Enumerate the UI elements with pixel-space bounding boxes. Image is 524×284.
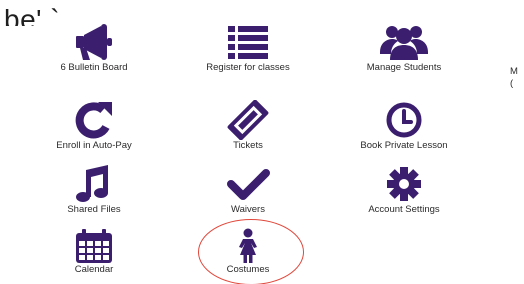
tile-register-for-classes[interactable]: Register for classes	[178, 22, 318, 74]
highlight-annotation-circle	[198, 219, 304, 284]
tile-waivers[interactable]: Waivers	[178, 164, 318, 216]
tile-calendar[interactable]: Calendar	[24, 228, 164, 276]
tile-manage-students[interactable]: Manage Students	[334, 22, 474, 74]
tile-label: Shared Files	[67, 204, 121, 215]
dashboard-panel: be' ` 6 Bulletin Board Register for clas…	[0, 0, 524, 284]
tile-bulletin-board[interactable]: 6 Bulletin Board	[24, 22, 164, 74]
megaphone-icon	[76, 24, 112, 60]
tile-label: Tickets	[233, 140, 263, 151]
tile-book-private-lesson[interactable]: Book Private Lesson	[334, 100, 474, 152]
tile-label: Calendar	[74, 264, 114, 275]
checkmark-icon	[227, 169, 270, 200]
tile-enroll-auto-pay[interactable]: Enroll in Auto-Pay	[24, 100, 164, 152]
tile-label: Enroll in Auto-Pay	[56, 140, 132, 151]
music-note-icon	[76, 165, 108, 202]
tile-label: Register for classes	[206, 62, 290, 73]
clock-icon	[386, 102, 422, 138]
tile-shared-files[interactable]: Shared Files	[24, 164, 164, 216]
tile-label: Book Private Lesson	[360, 140, 448, 151]
tile-account-settings[interactable]: Account Settings	[334, 164, 474, 216]
tile-tickets[interactable]: Tickets	[178, 100, 318, 152]
refresh-icon	[75, 102, 112, 139]
ticket-icon	[227, 100, 269, 140]
gear-icon	[387, 167, 421, 201]
calendar-icon	[76, 229, 112, 263]
list-icon	[228, 26, 268, 59]
tile-label: Waivers	[231, 204, 265, 215]
clipped-tile-label[interactable]: M (	[510, 66, 518, 90]
users-icon	[380, 26, 428, 60]
tile-label: Account Settings	[368, 204, 440, 215]
tile-label: 6 Bulletin Board	[60, 62, 128, 73]
tile-label: Manage Students	[366, 62, 442, 73]
